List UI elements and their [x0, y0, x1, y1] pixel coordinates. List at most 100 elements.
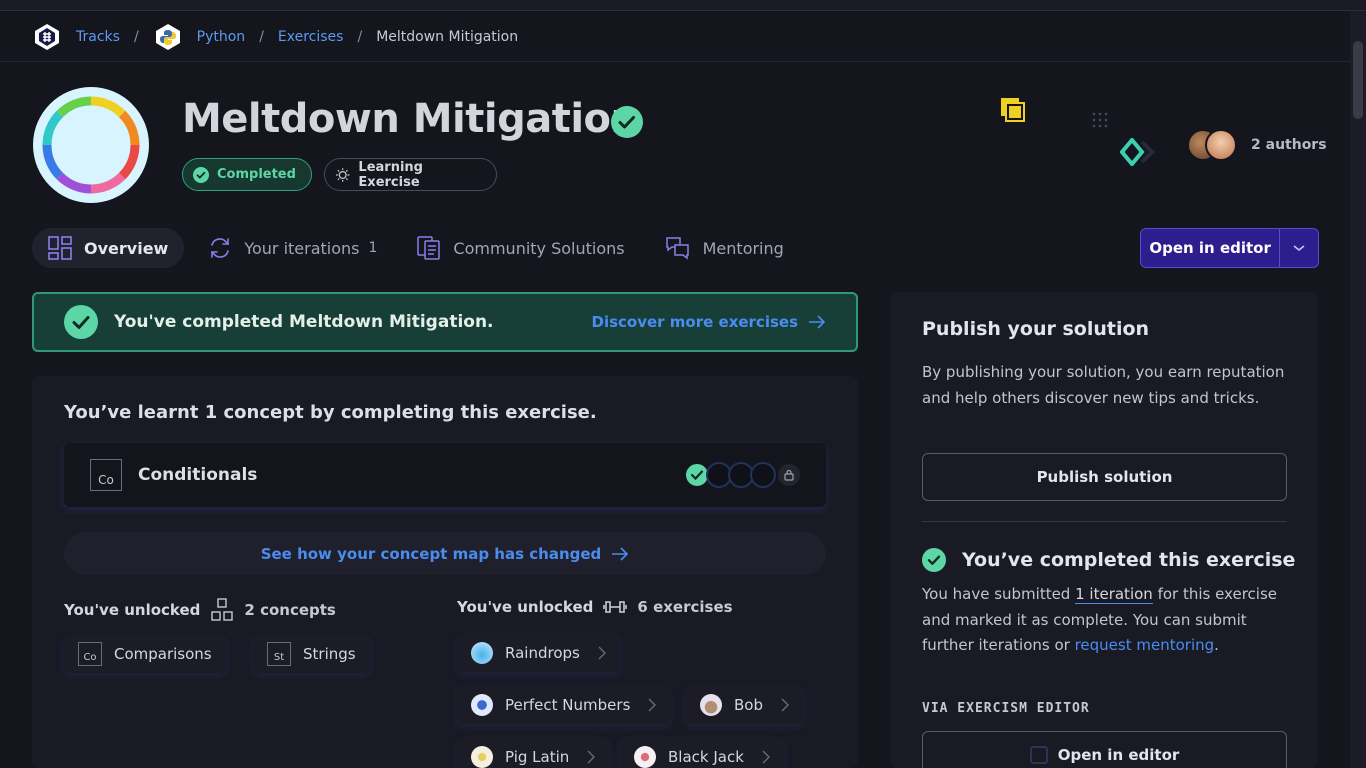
- text-fragment: .: [1214, 636, 1219, 654]
- discover-more-exercises-link[interactable]: Discover more exercises: [592, 313, 827, 331]
- black-jack-icon: [634, 746, 656, 768]
- tab-mentoring[interactable]: Mentoring: [649, 228, 800, 268]
- unlocked-exercises-heading: You've unlocked 6 exercises: [457, 598, 733, 616]
- chevron-down-icon[interactable]: [1280, 243, 1318, 253]
- unlocked-concepts-count: 2 concepts: [244, 601, 336, 619]
- exercise-chip-label: Bob: [734, 696, 763, 714]
- concept-abbr-icon: Co: [78, 642, 102, 666]
- tab-your-iterations[interactable]: Your iterations 1: [192, 228, 393, 268]
- breadcrumb-tracks-link[interactable]: Tracks: [76, 29, 120, 45]
- breadcrumb-separator: /: [259, 29, 264, 45]
- chevron-right-icon: [781, 698, 789, 712]
- arrow-right-icon: [612, 546, 629, 561]
- tracks-hex-icon: [32, 22, 62, 52]
- concept-chip-label: Strings: [303, 645, 356, 663]
- check-icon: [193, 166, 209, 183]
- completed-exercise-text: You have submitted 1 iteration for this …: [922, 582, 1292, 659]
- publish-card: Publish your solution By publishing your…: [890, 292, 1318, 768]
- breadcrumb-current: Meltdown Mitigation: [376, 29, 519, 45]
- concept-map-label: See how your concept map has changed: [260, 544, 602, 563]
- header-divider: [0, 61, 1366, 62]
- open-in-editor-secondary-button[interactable]: Open in editor: [922, 731, 1287, 768]
- exercise-chip-perfect-numbers[interactable]: Perfect Numbers: [457, 686, 671, 724]
- learning-exercise-label: Learning Exercise: [358, 159, 423, 190]
- divider: [922, 521, 1287, 522]
- open-in-editor-label: Open in editor: [1141, 229, 1281, 267]
- top-strip: [0, 0, 1366, 11]
- overview-icon: [48, 236, 72, 260]
- pig-latin-icon: [471, 746, 493, 768]
- bob-icon: [700, 694, 722, 716]
- dumbbell-icon: [603, 601, 628, 613]
- tab-iterations-label: Your iterations: [244, 238, 360, 258]
- concept-row-conditionals[interactable]: Co Conditionals: [64, 443, 826, 507]
- open-in-editor-button[interactable]: Open in editor: [1140, 228, 1319, 268]
- exercise-tabs: Overview Your iterations 1 Community Sol…: [32, 228, 808, 268]
- tab-community-label: Community Solutions: [453, 238, 625, 258]
- concept-abbr-icon: Co: [90, 459, 122, 491]
- check-icon: [922, 548, 946, 572]
- tab-mentoring-label: Mentoring: [702, 238, 784, 258]
- tab-overview[interactable]: Overview: [32, 228, 185, 268]
- bulb-icon: [335, 167, 350, 182]
- exercise-ring-icon: [32, 86, 150, 204]
- raindrops-icon: [471, 642, 493, 664]
- request-mentoring-link[interactable]: request mentoring: [1075, 636, 1215, 654]
- chevron-right-icon: [762, 750, 770, 764]
- tab-community-solutions[interactable]: Community Solutions: [401, 228, 640, 268]
- exercise-chip-black-jack[interactable]: Black Jack: [620, 738, 784, 768]
- publish-title: Publish your solution: [922, 318, 1150, 340]
- exercise-chip-bob[interactable]: Bob: [686, 686, 803, 724]
- breadcrumb-exercises-link[interactable]: Exercises: [278, 29, 344, 45]
- decorative-diamond-icon: [1119, 136, 1156, 170]
- breadcrumb-separator: /: [357, 29, 363, 45]
- concepts-heading: You’ve learnt 1 concept by completing th…: [64, 402, 597, 423]
- completed-message: You've completed Meltdown Mitigation.: [114, 312, 494, 332]
- exercise-chip-pig-latin[interactable]: Pig Latin: [457, 738, 610, 768]
- via-editor-label: VIA EXERCISM EDITOR: [922, 701, 1090, 716]
- exercise-chip-label: Black Jack: [668, 748, 744, 766]
- completed-check-icon: [611, 106, 643, 138]
- publish-description: By publishing your solution, you earn re…: [922, 363, 1285, 407]
- concept-chip-strings[interactable]: St Strings: [253, 635, 370, 673]
- authors-label: 2 authors: [1251, 137, 1327, 153]
- decorative-square-icon: [1000, 97, 1026, 127]
- completed-exercise-title: You’ve completed this exercise: [962, 549, 1296, 571]
- learning-exercise-badge: Learning Exercise: [324, 158, 497, 191]
- concept-chip-comparisons[interactable]: Co Comparisons: [64, 635, 226, 673]
- decorative-dots-icon: [1092, 112, 1108, 132]
- completed-exercise-heading: You’ve completed this exercise: [922, 548, 1295, 572]
- unlocked-exercises-count: 6 exercises: [637, 598, 733, 616]
- page-title: Meltdown Mitigation: [182, 96, 639, 142]
- concept-name: Conditionals: [138, 465, 258, 485]
- check-icon: [64, 305, 98, 339]
- text-fragment: You have submitted: [922, 585, 1076, 603]
- concept-map-link[interactable]: See how your concept map has changed: [64, 532, 826, 575]
- chevron-right-icon: [587, 750, 596, 764]
- publish-solution-button[interactable]: Publish solution: [922, 453, 1287, 501]
- unlocked-concepts-prefix: You've unlocked: [64, 601, 201, 619]
- editor-icon: [1030, 746, 1048, 764]
- unlocked-exercises-prefix: You've unlocked: [457, 598, 594, 616]
- arrow-right-icon: [809, 315, 826, 329]
- discover-label: Discover more exercises: [591, 313, 799, 331]
- concept-abbr-icon: St: [267, 642, 291, 666]
- exercise-chip-raindrops[interactable]: Raindrops: [457, 634, 620, 672]
- iterations-link[interactable]: 1 iteration: [1075, 585, 1153, 604]
- author-avatar: [1205, 129, 1237, 161]
- completed-status-label: Completed: [217, 167, 296, 182]
- authors[interactable]: 2 authors: [1187, 128, 1327, 162]
- scrollbar[interactable]: [1350, 11, 1366, 768]
- breadcrumb-separator: /: [133, 29, 139, 45]
- scrollbar-thumb[interactable]: [1353, 41, 1363, 119]
- completed-banner: You've completed Meltdown Mitigation. Di…: [32, 292, 858, 352]
- perfect-numbers-icon: [471, 694, 493, 716]
- breadcrumb-python-link[interactable]: Python: [197, 29, 246, 45]
- exercise-chip-label: Pig Latin: [505, 748, 570, 766]
- chevron-right-icon: [648, 698, 657, 712]
- iterations-count: 1: [368, 240, 378, 256]
- community-solutions-icon: [417, 236, 441, 260]
- python-logo-icon: [153, 22, 183, 52]
- open-in-editor-secondary-label: Open in editor: [1057, 746, 1180, 764]
- iterations-icon: [211, 238, 230, 258]
